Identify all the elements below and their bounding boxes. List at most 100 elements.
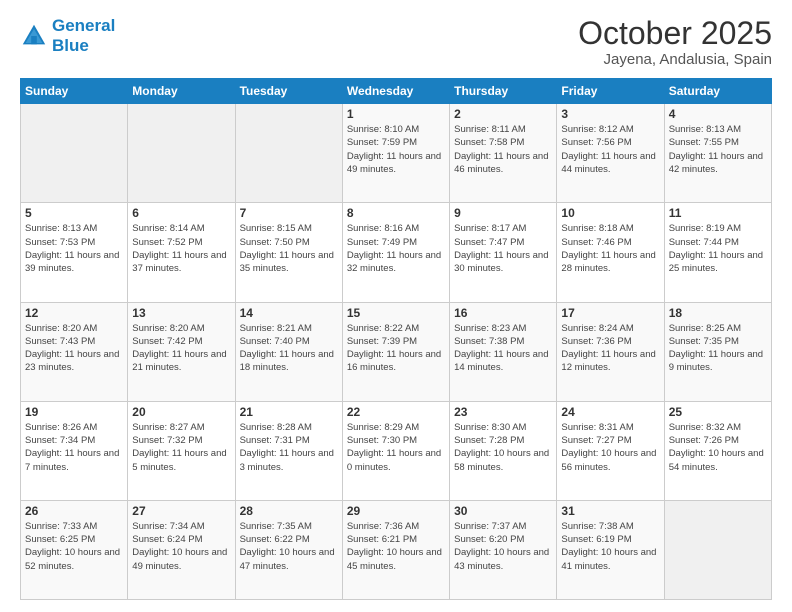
day-info: Sunrise: 8:20 AM Sunset: 7:43 PM Dayligh… [25,322,123,375]
day-cell: 22 Sunrise: 8:29 AM Sunset: 7:30 PM Dayli… [342,401,449,500]
day-cell: 20Sunrise: 8:27 AM Sunset: 7:32 PM Dayli… [128,401,235,500]
day-number: 5 [25,206,123,220]
header: General Blue October 2025 Jayena, Andalu… [20,16,772,68]
calendar-body: 1 Sunrise: 8:10 AM Sunset: 7:59 PM Daylig… [21,104,772,600]
day-cell: 14 Sunrise: 8:21 AM Sunset: 7:40 PM Dayli… [235,302,342,401]
day-info: Sunrise: 7:38 AM Sunset: 6:19 PM Dayligh… [561,520,659,573]
day-cell: 3Sunrise: 8:12 AM Sunset: 7:56 PM Daylig… [557,104,664,203]
day-info: Sunrise: 8:28 AM Sunset: 7:31 PM Dayligh… [240,421,338,474]
day-number: 22 [347,405,445,419]
day-number: 14 [240,306,338,320]
day-info: Sunrise: 7:34 AM Sunset: 6:24 PM Dayligh… [132,520,230,573]
day-info: Sunrise: 8:31 AM Sunset: 7:27 PM Dayligh… [561,421,659,474]
logo-icon [20,22,48,50]
col-monday: Monday [128,79,235,104]
col-saturday: Saturday [664,79,771,104]
day-cell [21,104,128,203]
day-number: 31 [561,504,659,518]
week-row-4: 19 Sunrise: 8:26 AM Sunset: 7:34 PM Dayli… [21,401,772,500]
day-cell: 28Sunrise: 7:35 AM Sunset: 6:22 PM Dayli… [235,500,342,599]
day-cell: 13 Sunrise: 8:20 AM Sunset: 7:42 PM Dayli… [128,302,235,401]
day-cell: 24Sunrise: 8:31 AM Sunset: 7:27 PM Dayli… [557,401,664,500]
day-info: Sunrise: 8:13 AM Sunset: 7:55 PM Dayligh… [669,123,767,176]
calendar-header: Sunday Monday Tuesday Wednesday Thursday… [21,79,772,104]
day-number: 7 [240,206,338,220]
day-number: 16 [454,306,552,320]
day-info: Sunrise: 8:26 AM Sunset: 7:34 PM Dayligh… [25,421,123,474]
day-number: 6 [132,206,230,220]
day-cell: 30 Sunrise: 7:37 AM Sunset: 6:20 PM Dayli… [450,500,557,599]
calendar-table: Sunday Monday Tuesday Wednesday Thursday… [20,78,772,600]
day-number: 10 [561,206,659,220]
day-number: 30 [454,504,552,518]
day-number: 13 [132,306,230,320]
day-cell [235,104,342,203]
col-wednesday: Wednesday [342,79,449,104]
day-cell: 23 Sunrise: 8:30 AM Sunset: 7:28 PM Dayli… [450,401,557,500]
week-row-1: 1 Sunrise: 8:10 AM Sunset: 7:59 PM Daylig… [21,104,772,203]
location-subtitle: Jayena, Andalusia, Spain [578,51,772,68]
col-friday: Friday [557,79,664,104]
day-number: 26 [25,504,123,518]
week-row-3: 12 Sunrise: 8:20 AM Sunset: 7:43 PM Dayli… [21,302,772,401]
title-block: October 2025 Jayena, Andalusia, Spain [578,16,772,68]
day-info: Sunrise: 8:29 AM Sunset: 7:30 PM Dayligh… [347,421,445,474]
day-cell: 15 Sunrise: 8:22 AM Sunset: 7:39 PM Dayli… [342,302,449,401]
week-row-2: 5Sunrise: 8:13 AM Sunset: 7:53 PM Daylig… [21,203,772,302]
day-info: Sunrise: 7:33 AM Sunset: 6:25 PM Dayligh… [25,520,123,573]
col-thursday: Thursday [450,79,557,104]
day-number: 8 [347,206,445,220]
day-info: Sunrise: 8:15 AM Sunset: 7:50 PM Dayligh… [240,222,338,275]
day-cell: 11Sunrise: 8:19 AM Sunset: 7:44 PM Dayli… [664,203,771,302]
day-cell: 4 Sunrise: 8:13 AM Sunset: 7:55 PM Daylig… [664,104,771,203]
day-info: Sunrise: 8:24 AM Sunset: 7:36 PM Dayligh… [561,322,659,375]
day-number: 23 [454,405,552,419]
day-number: 9 [454,206,552,220]
day-cell: 17 Sunrise: 8:24 AM Sunset: 7:36 PM Dayli… [557,302,664,401]
day-info: Sunrise: 8:20 AM Sunset: 7:42 PM Dayligh… [132,322,230,375]
day-info: Sunrise: 8:10 AM Sunset: 7:59 PM Dayligh… [347,123,445,176]
day-cell: 29Sunrise: 7:36 AM Sunset: 6:21 PM Dayli… [342,500,449,599]
day-cell: 31 Sunrise: 7:38 AM Sunset: 6:19 PM Dayli… [557,500,664,599]
day-number: 19 [25,405,123,419]
day-info: Sunrise: 8:22 AM Sunset: 7:39 PM Dayligh… [347,322,445,375]
day-cell: 21 Sunrise: 8:28 AM Sunset: 7:31 PM Dayli… [235,401,342,500]
day-cell: 8Sunrise: 8:16 AM Sunset: 7:49 PM Daylig… [342,203,449,302]
day-number: 29 [347,504,445,518]
day-cell: 18 Sunrise: 8:25 AM Sunset: 7:35 PM Dayli… [664,302,771,401]
day-number: 21 [240,405,338,419]
day-cell: 1 Sunrise: 8:10 AM Sunset: 7:59 PM Daylig… [342,104,449,203]
day-number: 20 [132,405,230,419]
day-info: Sunrise: 8:25 AM Sunset: 7:35 PM Dayligh… [669,322,767,375]
day-cell: 5Sunrise: 8:13 AM Sunset: 7:53 PM Daylig… [21,203,128,302]
page: General Blue October 2025 Jayena, Andalu… [0,0,792,612]
col-tuesday: Tuesday [235,79,342,104]
day-cell [128,104,235,203]
day-number: 17 [561,306,659,320]
day-number: 27 [132,504,230,518]
day-info: Sunrise: 8:30 AM Sunset: 7:28 PM Dayligh… [454,421,552,474]
day-cell: 12 Sunrise: 8:20 AM Sunset: 7:43 PM Dayli… [21,302,128,401]
day-cell: 19 Sunrise: 8:26 AM Sunset: 7:34 PM Dayli… [21,401,128,500]
day-cell: 16Sunrise: 8:23 AM Sunset: 7:38 PM Dayli… [450,302,557,401]
day-info: Sunrise: 8:17 AM Sunset: 7:47 PM Dayligh… [454,222,552,275]
day-number: 2 [454,107,552,121]
day-info: Sunrise: 8:19 AM Sunset: 7:44 PM Dayligh… [669,222,767,275]
week-row-5: 26 Sunrise: 7:33 AM Sunset: 6:25 PM Dayli… [21,500,772,599]
day-info: Sunrise: 8:11 AM Sunset: 7:58 PM Dayligh… [454,123,552,176]
day-number: 1 [347,107,445,121]
col-sunday: Sunday [21,79,128,104]
day-info: Sunrise: 8:21 AM Sunset: 7:40 PM Dayligh… [240,322,338,375]
day-cell: 2 Sunrise: 8:11 AM Sunset: 7:58 PM Daylig… [450,104,557,203]
day-info: Sunrise: 7:37 AM Sunset: 6:20 PM Dayligh… [454,520,552,573]
day-info: Sunrise: 8:14 AM Sunset: 7:52 PM Dayligh… [132,222,230,275]
day-number: 12 [25,306,123,320]
day-number: 18 [669,306,767,320]
day-cell: 27 Sunrise: 7:34 AM Sunset: 6:24 PM Dayli… [128,500,235,599]
day-cell: 26 Sunrise: 7:33 AM Sunset: 6:25 PM Dayli… [21,500,128,599]
day-number: 4 [669,107,767,121]
day-number: 15 [347,306,445,320]
day-cell: 6 Sunrise: 8:14 AM Sunset: 7:52 PM Daylig… [128,203,235,302]
day-info: Sunrise: 7:35 AM Sunset: 6:22 PM Dayligh… [240,520,338,573]
logo-text: General Blue [52,16,115,55]
